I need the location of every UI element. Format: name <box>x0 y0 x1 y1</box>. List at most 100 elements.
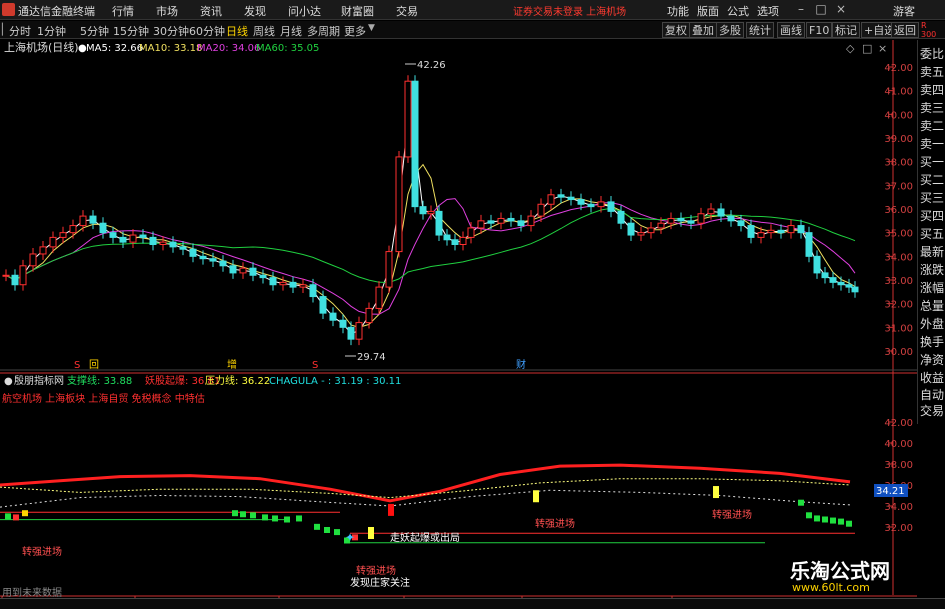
side-panel-item: 卖三 <box>920 101 945 115</box>
event-marker: 财 <box>516 358 526 371</box>
signal-mark <box>846 520 852 527</box>
high-price-label: 42.26 <box>417 60 446 71</box>
kline-chart-area[interactable]: 42.00 41.00 40.00 39.00 38.00 37.00 36.00 35.00… <box>0 40 917 600</box>
menu-market[interactable]: 市场 <box>156 3 178 19</box>
signal-mark <box>262 514 268 521</box>
auto-trade-label[interactable]: 交易 <box>920 402 944 419</box>
candle-body <box>59 232 67 238</box>
f10-button[interactable]: F10 <box>806 22 833 38</box>
draw-line-button[interactable]: 画线 <box>777 22 805 38</box>
tab-5min[interactable]: 5分钟 <box>80 23 109 39</box>
candle-body <box>829 277 837 283</box>
menu-quotes[interactable]: 行情 <box>112 3 134 19</box>
signal-mark <box>272 515 278 522</box>
signal-mark <box>240 511 246 518</box>
signal-mark <box>22 510 28 517</box>
footer-bar: 用到未来数据 <box>0 588 945 609</box>
future-data-hint: 用到未来数据 <box>2 588 62 599</box>
candle-body <box>845 284 853 288</box>
candle-body <box>199 255 207 260</box>
auto-trade-label[interactable]: 自动 <box>920 386 944 403</box>
candle-body <box>395 156 403 253</box>
candle-body <box>687 220 695 224</box>
candle-body <box>339 319 347 328</box>
side-panel-item: 涨幅 <box>920 281 945 295</box>
tab-intraday[interactable]: 分时 <box>9 23 31 39</box>
side-panel-item: 买三 <box>920 191 945 205</box>
tab-more[interactable]: 更多 <box>344 23 366 39</box>
chevron-down-icon[interactable]: ▼ <box>368 23 375 33</box>
candle-body <box>365 307 373 324</box>
price-tick: 35.00 <box>884 229 913 240</box>
adjust-price-button[interactable]: 复权 <box>662 22 690 38</box>
candle-body <box>219 260 227 267</box>
multi-stock-button[interactable]: 多股 <box>716 22 744 38</box>
candle-body <box>851 286 859 293</box>
settings-icon[interactable]: ◇ <box>846 42 855 55</box>
candle-body <box>757 232 765 238</box>
candle-body <box>567 196 575 201</box>
auto-trade-panel[interactable]: 自动 交易 <box>917 384 945 424</box>
sub-tick: 38.00 <box>884 460 913 471</box>
candle-body <box>435 210 443 236</box>
candle-body <box>537 203 545 217</box>
candle-body <box>677 217 685 222</box>
menu-options[interactable]: 选项 <box>757 3 779 19</box>
menu-discover[interactable]: 发现 <box>244 3 266 19</box>
statistics-button[interactable]: 统计 <box>746 22 774 38</box>
tab-monthly[interactable]: 月线 <box>280 23 302 39</box>
ma10-label: MA10: 33.18 <box>139 43 202 54</box>
candle-body <box>517 220 525 227</box>
menu-bar: 通达信金融终端 行情 市场 资讯 发现 问小达 财富圈 交易 证券交易未登录 上… <box>0 0 945 20</box>
menu-function[interactable]: 功能 <box>667 3 689 19</box>
candle-body <box>767 229 775 234</box>
candle-body <box>617 210 625 224</box>
restore-icon[interactable]: □ <box>813 2 829 16</box>
signal-label-4: 发现庄家关注 <box>350 576 410 589</box>
close-chart-icon[interactable]: × <box>878 42 887 55</box>
tab-60min[interactable]: 60分钟 <box>189 23 225 39</box>
menu-layout[interactable]: 版面 <box>697 3 719 19</box>
price-tick: 37.00 <box>884 181 913 192</box>
tab-multi-period[interactable]: 多周期 <box>307 23 340 39</box>
sub-tick: 34.00 <box>884 502 913 513</box>
candle-body <box>527 215 535 227</box>
side-panel-item: 买五 <box>920 227 945 241</box>
mark-button[interactable]: 标记 <box>832 22 860 38</box>
side-panel-item: 买四 <box>920 209 945 223</box>
tab-15min[interactable]: 15分钟 <box>113 23 149 39</box>
tab-weekly[interactable]: 周线 <box>253 23 275 39</box>
tab-30min[interactable]: 30分钟 <box>153 23 189 39</box>
menu-ask[interactable]: 问小达 <box>288 3 321 19</box>
tab-1min[interactable]: 1分钟 <box>37 23 66 39</box>
maximize-icon[interactable]: □ <box>862 42 872 55</box>
signal-mark <box>798 499 804 506</box>
watermark-name: 乐淘公式网 <box>790 559 890 583</box>
candle-body <box>627 222 635 236</box>
stock-label: 上海机场(日线) <box>4 40 79 54</box>
candle-body <box>667 217 675 224</box>
overlay-button[interactable]: 叠加 <box>689 22 717 38</box>
signal-mark <box>822 516 828 523</box>
candle-body <box>657 222 665 229</box>
back-button[interactable]: 返回 <box>891 22 919 38</box>
menu-wealth[interactable]: 财富圈 <box>341 3 374 19</box>
minimize-icon[interactable]: – <box>793 2 809 16</box>
menu-guest[interactable]: 游客 <box>893 3 915 19</box>
candle-body <box>169 241 177 248</box>
candle-body <box>375 286 383 309</box>
close-icon[interactable]: × <box>833 2 849 16</box>
ma5-label: MA5: 32.66 <box>86 43 143 54</box>
pressure-line-label: 压力线: 36.22 <box>205 374 270 387</box>
tab-daily[interactable]: 日线 <box>226 23 248 39</box>
sub-tick: 42.00 <box>884 418 913 429</box>
candle-body <box>797 225 805 234</box>
candle-body <box>19 265 27 286</box>
menu-formula[interactable]: 公式 <box>727 3 749 19</box>
menu-trade[interactable]: 交易 <box>396 3 418 19</box>
quote-side-panel: 委比 卖五 卖四 卖三 卖二 卖一 买一 买二 买三 买四 买五 最新 涨跌 涨幅 总量 外盘 换手 净资 收益 <box>917 40 945 410</box>
menu-news[interactable]: 资讯 <box>200 3 222 19</box>
candle-body <box>777 229 785 234</box>
signal-label-2: 走妖起爆或出局 <box>390 531 460 544</box>
indicator-settings-icon[interactable]: ● <box>4 376 13 387</box>
